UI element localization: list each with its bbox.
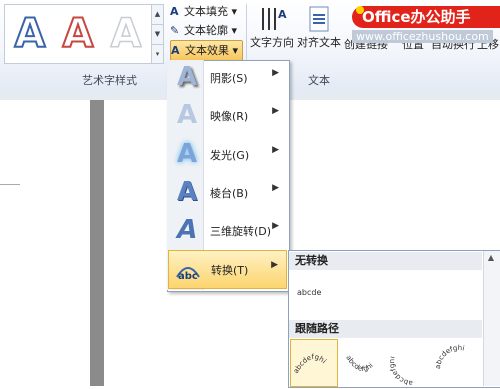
text-effects-label: 文本效果 — [185, 44, 229, 57]
menu-item-shadow[interactable]: A 阴影(S) ▶ — [168, 59, 287, 96]
menu-item-3d-rotation[interactable]: A 三维旋转(D) ▶ — [168, 212, 287, 249]
align-text-button[interactable]: 对齐文本 — [296, 4, 342, 50]
gallery-expand-icon[interactable]: ▾ — [152, 45, 163, 64]
document-margin-mark — [0, 184, 20, 185]
brand-url: www.officezhushou.com — [352, 30, 493, 43]
glow-icon: A — [176, 139, 198, 169]
menu-item-glow[interactable]: A 发光(G) ▶ — [168, 136, 287, 173]
no-transform-header: 无转换 — [289, 252, 482, 270]
group-label-text: 文本 — [308, 74, 330, 87]
wordart-style-blue[interactable]: A — [9, 10, 51, 58]
submenu-arrow-icon: ▶ — [272, 221, 279, 231]
brand-logo: Office办公助手 — [352, 6, 500, 28]
text-direction-button[interactable]: A 文字方向 — [250, 4, 294, 50]
submenu-arrow-icon: ▶ — [271, 260, 278, 270]
svg-text:A: A — [278, 8, 287, 21]
document-page-edge — [90, 100, 104, 386]
path-text: abcdefghi — [434, 344, 465, 369]
text-outline-icon: ✎ — [170, 24, 180, 37]
text-effects-icon: A — [171, 44, 180, 57]
text-outline-button[interactable]: ✎ 文本轮廓 ▾ — [170, 21, 237, 40]
scroll-up-icon[interactable]: ▲ — [485, 252, 497, 264]
submenu-arrow-icon: ▶ — [272, 68, 279, 78]
svg-text:abcdefghi: abcdefghi — [344, 354, 374, 373]
wordart-style-red[interactable]: A — [57, 10, 99, 58]
menu-item-transform[interactable]: abc 转换(T) ▶ — [168, 250, 287, 289]
text-fill-label: 文本填充 — [184, 5, 228, 18]
text-direction-icon: A — [257, 4, 287, 34]
follow-path-circle-option[interactable]: abcdefghi — [388, 339, 436, 387]
menu-item-bevel[interactable]: A 棱台(B) ▶ — [168, 174, 287, 211]
menu-item-label: 棱台(B) — [210, 187, 249, 200]
follow-path-arch-down-option[interactable]: abcdefghi — [340, 339, 386, 385]
menu-item-label: 阴影(S) — [210, 72, 248, 85]
submenu-arrow-icon: ▶ — [272, 183, 279, 193]
align-text-label: 对齐文本 — [297, 36, 341, 49]
text-direction-label: 文字方向 — [250, 36, 294, 49]
gallery-scroll-down-icon[interactable]: ▼ — [152, 25, 163, 45]
text-fill-button[interactable]: A 文本填充 ▾ — [170, 2, 237, 21]
reflection-icon: A — [176, 100, 198, 130]
menu-item-label: 三维旋转(D) — [210, 225, 272, 238]
path-text: abcdefghi — [388, 355, 413, 387]
wordart-style-gray[interactable]: A — [105, 10, 147, 58]
align-text-icon — [304, 4, 334, 34]
submenu-arrow-icon: ▶ — [272, 145, 279, 155]
transform-icon: abc — [175, 255, 201, 283]
svg-text:abcdefghi: abcdefghi — [390, 355, 413, 385]
shadow-icon: A — [176, 62, 198, 92]
text-effects-button[interactable]: A 文本效果 ▾ — [170, 40, 244, 61]
submenu-scrollbar[interactable] — [483, 251, 500, 386]
brand-dot-icon — [356, 6, 364, 14]
3d-rotation-icon: A — [173, 215, 201, 245]
menu-item-label: 转换(T) — [211, 264, 249, 277]
menu-item-label: 发光(G) — [210, 149, 250, 162]
bevel-icon: A — [176, 177, 198, 207]
path-text: abcdefghi — [344, 354, 374, 373]
menu-item-label: 映像(R) — [210, 110, 249, 123]
path-text: abcdefghi — [292, 353, 328, 375]
text-outline-label: 文本轮廓 — [184, 24, 228, 37]
group-label-wordart-styles: 艺术字样式 — [82, 74, 137, 87]
follow-path-button-option[interactable]: abcdefghi — [434, 339, 482, 385]
gallery-scroll-column[interactable]: ▲ ▼ ▾ — [151, 4, 164, 64]
svg-text:abcdefghi: abcdefghi — [292, 353, 328, 375]
wordart-style-gallery[interactable]: A A A — [4, 4, 152, 64]
gallery-scroll-up-icon[interactable]: ▲ — [152, 5, 163, 25]
no-transform-option[interactable]: abcde — [297, 288, 321, 297]
svg-text:abcdefghi: abcdefghi — [436, 344, 465, 369]
submenu-arrow-icon: ▶ — [272, 106, 279, 116]
text-fill-icon: A — [170, 5, 179, 18]
follow-path-header: 跟随路径 — [289, 320, 482, 338]
menu-item-reflection[interactable]: A 映像(R) ▶ — [168, 97, 287, 134]
follow-path-arch-up-option[interactable]: abcdefghi — [290, 339, 338, 387]
svg-text:abc: abc — [178, 271, 198, 282]
